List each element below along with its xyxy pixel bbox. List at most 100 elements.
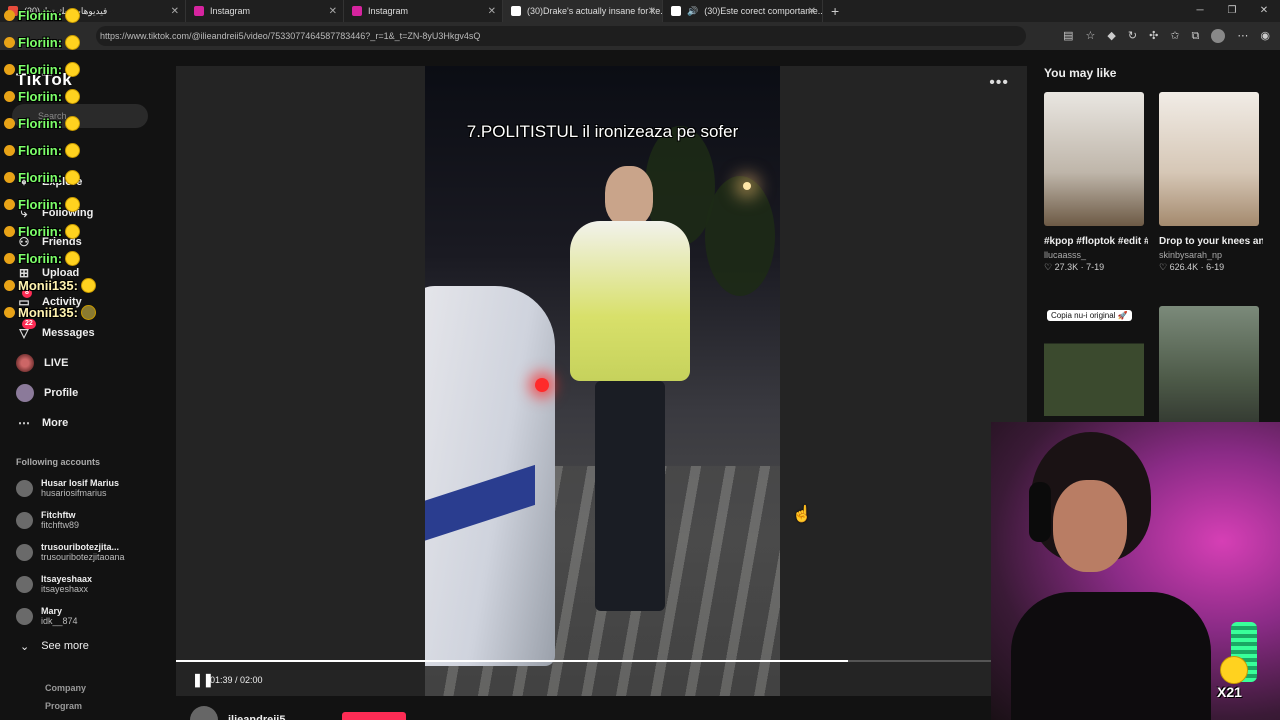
close-icon[interactable]: ✕ <box>808 6 816 17</box>
video-caption: 7.POLITISTUL il ironizeaza pe sofer <box>466 122 739 141</box>
profile-avatar[interactable] <box>1211 29 1226 43</box>
see-more-button[interactable]: ⌄ See more <box>20 640 89 653</box>
messages-icon: ▽ 22 <box>16 319 36 341</box>
chat-message: Floriin: <box>4 143 81 158</box>
chat-username: Floriin: <box>18 62 63 77</box>
reader-icon[interactable]: ▤ <box>1063 26 1073 46</box>
mouse-cursor-icon: ☝ <box>792 506 812 523</box>
footer-program-link[interactable]: Program <box>45 701 82 711</box>
favorites-icon[interactable]: ✩ <box>1170 26 1179 46</box>
puzzle-icon[interactable]: ✣ <box>1149 26 1158 46</box>
browser-tab-5[interactable]: 🔊 (30)Este corect comportame... ✕ <box>663 0 823 22</box>
see-more-label: See more <box>41 640 89 652</box>
live-icon <box>16 354 34 372</box>
chat-username: Floriin: <box>18 116 63 131</box>
streamer-face <box>1053 480 1127 572</box>
footer-company-link[interactable]: Company <box>45 683 86 693</box>
police-car <box>425 286 555 666</box>
recommended-video-card[interactable]: Drop to your knees and bark like you... … <box>1159 92 1263 273</box>
chat-badge-icon <box>4 64 15 75</box>
close-icon[interactable]: ✕ <box>488 6 496 17</box>
nav-more[interactable]: ⋯ More <box>16 415 68 431</box>
nav-profile[interactable]: Profile <box>16 384 78 402</box>
follow-button[interactable] <box>342 712 406 720</box>
recommended-video-card[interactable] <box>1159 306 1259 440</box>
chat-username: Floriin: <box>18 170 63 185</box>
url-field[interactable]: https://www.tiktok.com/@ilieandreii5/vid… <box>96 26 1026 46</box>
chat-badge-icon <box>4 145 15 156</box>
browser-tab-2[interactable]: Instagram ✕ <box>186 0 344 22</box>
following-account[interactable]: Fitchftw fitchftw89 <box>16 510 79 530</box>
chat-message: Floriin: <box>4 116 81 131</box>
following-account[interactable]: trusouribotezjita... trusouribotezjitaoan… <box>16 542 125 562</box>
close-icon[interactable]: ✕ <box>329 6 337 17</box>
chat-badge-icon <box>4 172 15 183</box>
officer-legs <box>595 381 665 611</box>
avatar <box>16 543 33 561</box>
close-window-icon[interactable]: ✕ <box>1248 0 1280 22</box>
video-thumbnail[interactable]: Copia nu-i original 🚀 <box>1044 306 1144 440</box>
chat-message: Floriin: <box>4 35 81 50</box>
maximize-icon[interactable]: ❐ <box>1216 0 1248 22</box>
emoji-icon <box>65 197 81 212</box>
browser-tab-3[interactable]: Instagram ✕ <box>344 0 503 22</box>
account-username: idk__874 <box>41 616 78 626</box>
emoji-icon <box>80 305 96 320</box>
recommendations: You may like #kpop #floptok #edit #kpope… <box>1044 66 1274 440</box>
progress-fill <box>176 660 849 662</box>
progress-bar[interactable] <box>176 660 991 662</box>
following-account[interactable]: Mary idk__874 <box>16 606 78 626</box>
chat-username: Floriin: <box>18 8 63 23</box>
chat-badge-icon <box>4 280 15 291</box>
chat-message: Floriin: <box>4 8 81 23</box>
new-tab-button[interactable]: + <box>823 3 847 19</box>
more-options-icon[interactable]: ••• <box>989 74 1009 92</box>
collections-icon[interactable]: ⧉ <box>1192 26 1200 46</box>
chat-username: Floriin: <box>18 224 63 239</box>
emoji-icon <box>65 35 81 50</box>
chevron-down-icon: ⌄ <box>20 641 30 653</box>
chat-message: Floriin: <box>4 170 81 185</box>
window-controls: ─ ❐ ✕ <box>1184 0 1280 22</box>
you-may-like-title: You may like <box>1044 66 1117 80</box>
recommended-video-card[interactable]: Copia nu-i original 🚀 <box>1044 306 1144 440</box>
author-row[interactable]: ilieandreii5 <box>190 706 285 720</box>
emoji-icon <box>65 143 81 158</box>
favorite-star-icon[interactable]: ☆ <box>1086 26 1096 46</box>
copilot-icon[interactable]: ◉ <box>1260 26 1270 46</box>
minimize-icon[interactable]: ─ <box>1184 0 1216 22</box>
tab-title: Instagram <box>210 6 251 16</box>
avatar <box>16 575 33 593</box>
video-thumbnail[interactable] <box>1159 306 1259 440</box>
emoji-icon <box>80 278 96 293</box>
emoji-badge-icon <box>1220 656 1248 684</box>
chat-message: Floriin: <box>4 197 81 212</box>
close-icon[interactable]: ✕ <box>171 6 179 17</box>
video-thumbnail[interactable] <box>1044 92 1144 226</box>
nav-label: Profile <box>44 387 79 399</box>
nav-live[interactable]: LIVE <box>16 354 68 372</box>
chat-username: Monii135: <box>18 305 78 320</box>
card-stats: ♡ 27.3K · 7-19 <box>1044 262 1105 272</box>
recommended-video-card[interactable]: #kpop #floptok #edit #kpopedit... llucaa… <box>1044 92 1148 273</box>
menu-dots-icon[interactable]: ⋯ <box>1237 26 1248 46</box>
account-username: itsayeshaxx <box>41 584 89 594</box>
extension-icon[interactable]: ◆ <box>1107 26 1115 46</box>
following-account[interactable]: Husar Iosif Marius husariosifmarius <box>16 478 119 498</box>
avatar <box>190 706 218 720</box>
nav-messages[interactable]: ▽ 22 Messages <box>16 319 95 341</box>
chat-badge-icon <box>4 226 15 237</box>
browser-tab-4[interactable]: (30)Drake's actually insane for ke... ✕ <box>503 0 663 22</box>
video-thumbnail[interactable] <box>1159 92 1259 226</box>
instagram-icon <box>194 6 204 16</box>
chat-username: Floriin: <box>18 197 63 212</box>
speaker-icon: 🔊 <box>687 5 699 16</box>
account-name: Itsayeshaax <box>41 574 93 584</box>
video-player[interactable]: 7.POLITISTUL il ironizeaza pe sofer ••• … <box>176 66 1027 696</box>
refresh-icon[interactable]: ↻ <box>1128 26 1137 46</box>
close-icon[interactable]: ✕ <box>648 6 656 17</box>
headphones-icon <box>1029 482 1051 542</box>
video-frame[interactable]: 7.POLITISTUL il ironizeaza pe sofer <box>425 66 780 696</box>
following-account[interactable]: Itsayeshaax itsayeshaxx <box>16 574 92 594</box>
chat-badge-icon <box>4 118 15 129</box>
